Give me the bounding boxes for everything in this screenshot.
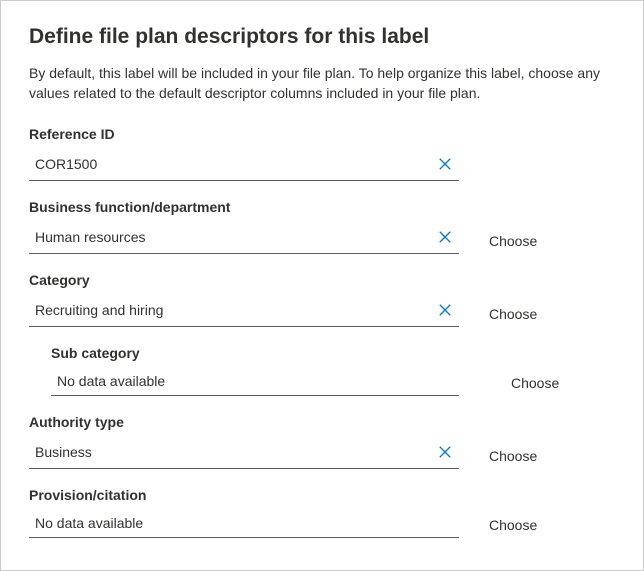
category-clear-button[interactable] bbox=[431, 298, 459, 322]
field-row-sub-category: Sub category No data available Choose bbox=[51, 345, 615, 396]
close-icon bbox=[438, 230, 452, 244]
category-input[interactable]: Recruiting and hiring bbox=[29, 298, 459, 327]
close-icon bbox=[438, 303, 452, 317]
reference-id-value: COR1500 bbox=[29, 154, 431, 174]
field-row-reference-id: Reference ID COR1500 bbox=[29, 126, 615, 181]
category-label: Category bbox=[29, 272, 459, 288]
sub-category-label: Sub category bbox=[51, 345, 459, 361]
field-row-category: Category Recruiting and hiring Choose bbox=[29, 272, 615, 327]
category-choose-link[interactable]: Choose bbox=[489, 306, 537, 322]
sub-category-choose-link[interactable]: Choose bbox=[511, 375, 559, 391]
business-function-value: Human resources bbox=[29, 227, 431, 247]
authority-type-choose-link[interactable]: Choose bbox=[489, 448, 537, 464]
page-title: Define file plan descriptors for this la… bbox=[29, 25, 615, 49]
sub-category-input[interactable]: No data available bbox=[51, 371, 459, 396]
business-function-input[interactable]: Human resources bbox=[29, 225, 459, 254]
authority-type-input[interactable]: Business bbox=[29, 440, 459, 469]
provision-citation-choose-link[interactable]: Choose bbox=[489, 517, 537, 533]
close-icon bbox=[438, 157, 452, 171]
provision-citation-input[interactable]: No data available bbox=[29, 513, 459, 538]
field-row-authority-type: Authority type Business Choose bbox=[29, 414, 615, 469]
close-icon bbox=[438, 445, 452, 459]
reference-id-label: Reference ID bbox=[29, 126, 459, 142]
business-function-clear-button[interactable] bbox=[431, 225, 459, 249]
category-value: Recruiting and hiring bbox=[29, 300, 431, 320]
sub-category-value: No data available bbox=[51, 371, 459, 391]
file-plan-panel: Define file plan descriptors for this la… bbox=[0, 0, 644, 571]
authority-type-label: Authority type bbox=[29, 414, 459, 430]
business-function-choose-link[interactable]: Choose bbox=[489, 233, 537, 249]
reference-id-input[interactable]: COR1500 bbox=[29, 152, 459, 181]
field-row-business-function: Business function/department Human resou… bbox=[29, 199, 615, 254]
reference-id-clear-button[interactable] bbox=[431, 152, 459, 176]
authority-type-clear-button[interactable] bbox=[431, 440, 459, 464]
field-row-provision-citation: Provision/citation No data available Cho… bbox=[29, 487, 615, 538]
provision-citation-value: No data available bbox=[29, 513, 459, 533]
authority-type-value: Business bbox=[29, 442, 431, 462]
business-function-label: Business function/department bbox=[29, 199, 459, 215]
provision-citation-label: Provision/citation bbox=[29, 487, 459, 503]
page-description: By default, this label will be included … bbox=[29, 63, 615, 104]
